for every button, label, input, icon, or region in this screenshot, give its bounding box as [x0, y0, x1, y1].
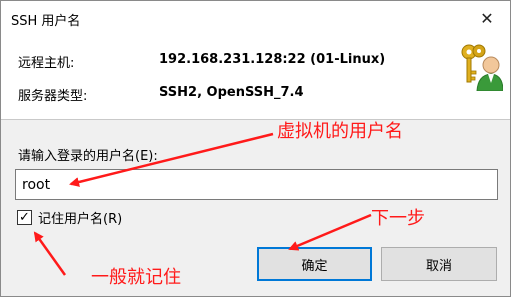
- server-type-label: 服务器类型:: [18, 89, 88, 104]
- annotation-next-step: 下一步: [371, 208, 425, 229]
- checkbox-checked-icon[interactable]: ✓: [17, 210, 32, 225]
- connection-info: 远程主机: 192.168.231.128:22 (01-Linux) 服务器类…: [1, 35, 510, 119]
- cancel-button[interactable]: 取消: [381, 247, 497, 281]
- window-title: SSH 用户名: [11, 14, 81, 29]
- remember-username-label: 记住用户名(R): [38, 212, 123, 227]
- remember-username-checkbox[interactable]: ✓ 记住用户名(R): [17, 208, 122, 227]
- close-icon: ✕: [480, 8, 494, 28]
- title-bar: SSH 用户名 ✕: [1, 1, 510, 35]
- username-label: 请输入登录的用户名(E):: [18, 149, 158, 164]
- annotation-usually-remember: 一般就记住: [91, 267, 181, 288]
- ssh-username-dialog: SSH 用户名 ✕ 远程主机: 192.168.231.128:22 (01-L…: [0, 0, 511, 297]
- close-button[interactable]: ✕: [464, 1, 510, 35]
- ok-button[interactable]: 确定: [257, 247, 372, 281]
- annotation-vm-username: 虚拟机的用户名: [277, 121, 403, 142]
- username-input[interactable]: [15, 169, 498, 200]
- server-type-value: SSH2, OpenSSH_7.4: [159, 85, 304, 100]
- keys-user-icon: [461, 44, 503, 91]
- remote-host-label: 远程主机:: [18, 56, 75, 71]
- remote-host-value: 192.168.231.128:22 (01-Linux): [159, 52, 386, 67]
- login-panel: 请输入登录的用户名(E): ✓ 记住用户名(R) 确定 取消: [1, 120, 510, 296]
